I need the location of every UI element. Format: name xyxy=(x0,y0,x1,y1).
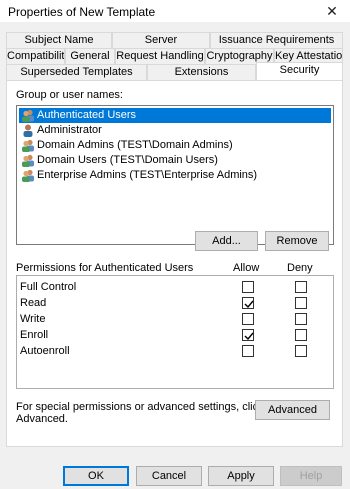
user-name: Domain Admins (TEST\Domain Admins) xyxy=(37,139,233,151)
permission-row-write: Write xyxy=(17,312,333,328)
permission-label: Enroll xyxy=(20,329,49,341)
permission-row-autoenroll: Autoenroll xyxy=(17,344,333,360)
tab-general[interactable]: General xyxy=(65,48,115,64)
check-icon xyxy=(244,332,254,341)
group-icon xyxy=(22,139,34,152)
window-title: Properties of New Template xyxy=(8,5,156,19)
user-name: Authenticated Users xyxy=(37,109,137,121)
deny-checkbox[interactable] xyxy=(295,329,307,341)
user-icon xyxy=(23,124,33,137)
tab-superseded-templates[interactable]: Superseded Templates xyxy=(6,64,147,80)
add-button[interactable]: Add... xyxy=(195,231,258,251)
tab-compatibility[interactable]: Compatibility xyxy=(6,48,65,64)
tab-security[interactable]: Security xyxy=(256,62,343,80)
special-permissions-text-2: Advanced. xyxy=(16,413,68,425)
user-list[interactable]: Authenticated Users Administrator Domain… xyxy=(16,105,334,245)
permission-label: Autoenroll xyxy=(20,345,70,357)
list-item[interactable]: Domain Admins (TEST\Domain Admins) xyxy=(19,138,331,153)
allow-header: Allow xyxy=(233,262,260,274)
permission-label: Read xyxy=(20,297,47,309)
deny-checkbox[interactable] xyxy=(295,297,307,309)
group-label: Group or user names: xyxy=(16,89,123,101)
tab-extensions[interactable]: Extensions xyxy=(147,64,256,80)
user-name: Domain Users (TEST\Domain Users) xyxy=(37,154,218,166)
deny-checkbox[interactable] xyxy=(295,281,307,293)
permission-row-full-control: Full Control xyxy=(17,280,333,296)
permission-label: Full Control xyxy=(20,281,77,293)
list-item[interactable]: Authenticated Users xyxy=(19,108,331,123)
deny-checkbox[interactable] xyxy=(295,345,307,357)
allow-checkbox[interactable] xyxy=(242,345,254,357)
tab-subject-name[interactable]: Subject Name xyxy=(6,32,112,48)
permissions-list: Full Control Read Write Enroll Autoenrol… xyxy=(16,275,334,389)
tab-request-handling[interactable]: Request Handling xyxy=(115,48,205,64)
list-item[interactable]: Administrator xyxy=(19,123,331,138)
permission-label: Write xyxy=(20,313,46,325)
ok-button[interactable]: OK xyxy=(63,466,129,486)
help-button[interactable]: Help xyxy=(280,466,342,486)
permission-row-enroll: Enroll xyxy=(17,328,333,344)
remove-button[interactable]: Remove xyxy=(265,231,329,251)
advanced-button[interactable]: Advanced xyxy=(255,400,330,420)
group-icon xyxy=(22,109,34,122)
deny-checkbox[interactable] xyxy=(295,313,307,325)
tab-issuance-requirements[interactable]: Issuance Requirements xyxy=(210,32,343,48)
allow-checkbox[interactable] xyxy=(242,329,254,341)
allow-checkbox[interactable] xyxy=(242,313,254,325)
allow-checkbox[interactable] xyxy=(242,297,254,309)
deny-header: Deny xyxy=(287,262,313,274)
user-name: Enterprise Admins (TEST\Enterprise Admin… xyxy=(37,169,258,181)
permissions-header: Permissions for Authenticated Users xyxy=(16,262,194,274)
title-bar: Properties of New Template ✕ xyxy=(0,0,350,22)
special-permissions-text: For special permissions or advanced sett… xyxy=(16,401,264,413)
apply-button[interactable]: Apply xyxy=(208,466,274,486)
cancel-button[interactable]: Cancel xyxy=(136,466,202,486)
list-item[interactable]: Enterprise Admins (TEST\Enterprise Admin… xyxy=(19,168,331,183)
check-icon xyxy=(244,300,254,309)
security-panel: Group or user names: Authenticated Users… xyxy=(6,80,343,447)
close-icon[interactable]: ✕ xyxy=(320,0,344,22)
tab-server[interactable]: Server xyxy=(112,32,210,48)
group-icon xyxy=(22,154,34,167)
permission-row-read: Read xyxy=(17,296,333,312)
allow-checkbox[interactable] xyxy=(242,281,254,293)
user-name: Administrator xyxy=(37,124,102,136)
group-icon xyxy=(22,169,34,182)
list-item[interactable]: Domain Users (TEST\Domain Users) xyxy=(19,153,331,168)
